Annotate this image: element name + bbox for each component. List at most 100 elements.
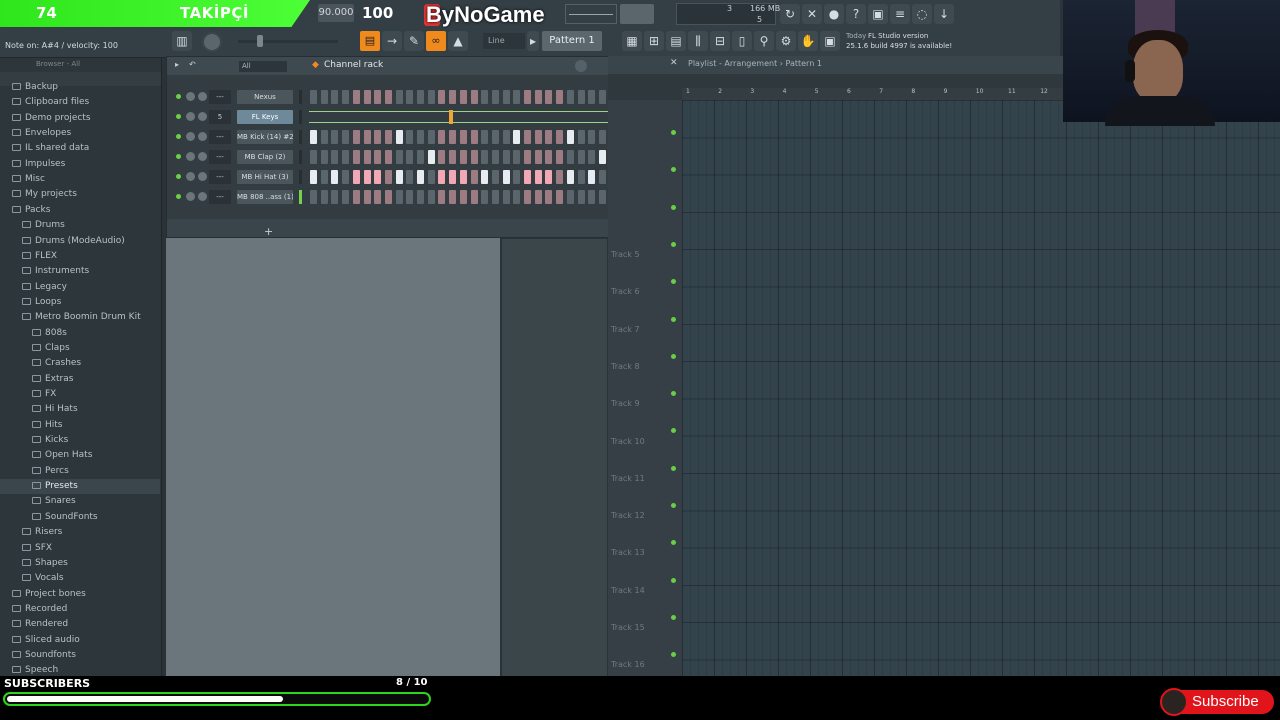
step-button[interactable] xyxy=(481,170,489,184)
step-button[interactable] xyxy=(524,190,531,204)
browser-item[interactable]: Envelopes xyxy=(0,126,160,141)
download-icon[interactable]: ↓ xyxy=(934,4,954,24)
channel-pan-knob[interactable] xyxy=(186,172,195,181)
browser-item[interactable]: Misc xyxy=(0,172,160,187)
step-button[interactable] xyxy=(331,190,339,204)
browser-item[interactable]: Recorded xyxy=(0,602,160,617)
chat-icon[interactable]: ◌ xyxy=(912,4,932,24)
step-button[interactable] xyxy=(363,170,371,184)
browser-item[interactable]: Clipboard files xyxy=(0,95,160,110)
stamp-icon[interactable]: ▲ xyxy=(448,31,468,51)
swing-knob[interactable] xyxy=(575,60,587,72)
step-button[interactable] xyxy=(384,150,392,164)
close-icon[interactable]: ✕ xyxy=(802,4,822,24)
browser-item[interactable]: Risers xyxy=(0,525,160,540)
channel-volume-knob[interactable] xyxy=(198,152,207,161)
step-button[interactable] xyxy=(502,170,510,184)
channel-pan-knob[interactable] xyxy=(186,192,195,201)
channel-mixer-track[interactable]: --- xyxy=(209,170,231,184)
step-button[interactable] xyxy=(502,90,510,104)
step-button[interactable] xyxy=(449,90,457,104)
step-button[interactable] xyxy=(556,170,564,184)
pattern-selector[interactable]: Pattern 1 xyxy=(542,31,602,51)
step-button[interactable] xyxy=(556,190,564,204)
browser-item[interactable]: Percs xyxy=(0,464,160,479)
track-label[interactable]: Track 12 xyxy=(611,511,645,520)
step-button[interactable] xyxy=(342,190,350,204)
step-button[interactable] xyxy=(534,150,542,164)
step-button[interactable] xyxy=(459,190,467,204)
plugin-icon[interactable]: ⊟ xyxy=(710,31,730,51)
step-button[interactable] xyxy=(598,170,606,184)
channel-mute-led[interactable] xyxy=(176,134,181,139)
browser-item[interactable]: Shapes xyxy=(0,556,160,571)
step-button[interactable] xyxy=(524,130,531,144)
step-button[interactable] xyxy=(427,150,435,164)
step-button[interactable] xyxy=(320,130,328,144)
channel-mixer-track[interactable]: --- xyxy=(209,90,231,104)
step-button[interactable] xyxy=(449,150,457,164)
step-button[interactable] xyxy=(406,170,414,184)
step-button[interactable] xyxy=(438,90,446,104)
piano-roll-preview[interactable] xyxy=(309,111,649,123)
channel-mixer-track[interactable]: --- xyxy=(209,150,231,164)
channel-selector[interactable] xyxy=(299,190,302,204)
step-button[interactable] xyxy=(577,190,585,204)
track-label[interactable]: Track 14 xyxy=(611,586,645,595)
browser-item[interactable]: Project bones xyxy=(0,587,160,602)
step-button[interactable] xyxy=(545,150,553,164)
browser-item[interactable]: Hits xyxy=(0,418,160,433)
step-button[interactable] xyxy=(481,130,489,144)
browser-item[interactable]: Sliced audio xyxy=(0,633,160,648)
step-button[interactable] xyxy=(481,190,489,204)
step-button[interactable] xyxy=(438,170,446,184)
step-button[interactable] xyxy=(363,90,371,104)
microphone-icon[interactable]: ● xyxy=(824,4,844,24)
piano-icon[interactable]: ▥ xyxy=(172,31,192,51)
track-label[interactable]: Track 8 xyxy=(611,362,640,371)
browser-item[interactable]: Instruments xyxy=(0,264,160,279)
step-button[interactable] xyxy=(352,150,360,164)
step-button[interactable] xyxy=(384,170,392,184)
track-label[interactable]: Track 10 xyxy=(611,437,645,446)
browser-item[interactable]: SFX xyxy=(0,541,160,556)
step-button[interactable] xyxy=(470,130,478,144)
browser-item[interactable]: Extras xyxy=(0,372,160,387)
step-button[interactable] xyxy=(384,190,392,204)
channel-mute-led[interactable] xyxy=(176,154,181,159)
browser-item[interactable]: Claps xyxy=(0,341,160,356)
step-button[interactable] xyxy=(566,170,574,184)
track-mute-led[interactable] xyxy=(671,465,676,471)
browser-item[interactable]: Soundfonts xyxy=(0,648,160,663)
channel-volume-knob[interactable] xyxy=(198,172,207,181)
track-mute-led[interactable] xyxy=(671,391,676,397)
step-button[interactable] xyxy=(449,170,457,184)
step-button[interactable] xyxy=(395,170,403,184)
track-label[interactable]: Track 13 xyxy=(611,548,645,557)
track-mute-led[interactable] xyxy=(671,428,676,434)
step-button[interactable] xyxy=(406,190,414,204)
step-button[interactable] xyxy=(374,150,382,164)
step-button[interactable] xyxy=(545,130,553,144)
step-button[interactable] xyxy=(459,170,467,184)
step-button[interactable] xyxy=(556,130,564,144)
step-button[interactable] xyxy=(320,170,328,184)
step-button[interactable] xyxy=(406,150,414,164)
step-button[interactable] xyxy=(438,190,446,204)
step-button[interactable] xyxy=(342,130,350,144)
step-button[interactable] xyxy=(331,150,339,164)
step-button[interactable] xyxy=(470,150,478,164)
step-button[interactable] xyxy=(534,190,542,204)
browser-item[interactable]: Impulses xyxy=(0,157,160,172)
step-button[interactable] xyxy=(310,150,317,164)
step-button[interactable] xyxy=(459,150,467,164)
browser-item[interactable]: 808s xyxy=(0,326,160,341)
add-channel-button[interactable]: + xyxy=(264,225,273,238)
track-mute-led[interactable] xyxy=(671,316,676,322)
track-mute-led[interactable] xyxy=(671,204,676,210)
step-button[interactable] xyxy=(470,90,478,104)
step-button[interactable] xyxy=(566,90,574,104)
arrow-right-icon[interactable]: ▸ xyxy=(175,60,179,69)
browser-item[interactable]: Snares xyxy=(0,494,160,509)
channel-mute-led[interactable] xyxy=(176,194,181,199)
